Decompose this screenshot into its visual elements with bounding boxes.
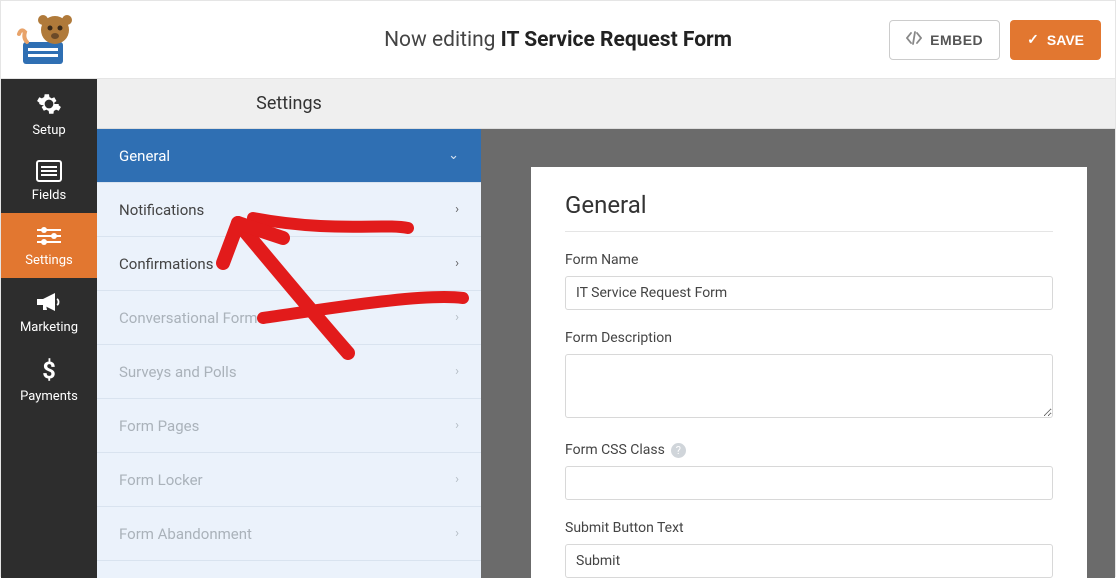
settings-menu-item-form-pages[interactable]: Form Pages › — [97, 399, 481, 453]
settings-menu-item-confirmations[interactable]: Confirmations › — [97, 237, 481, 291]
general-settings-panel: General Form Name Form Description Form … — [531, 167, 1087, 578]
check-icon — [1027, 31, 1039, 48]
sidebar-item-marketing[interactable]: Marketing — [1, 278, 97, 345]
svg-text:$: $ — [42, 357, 56, 383]
settings-menu-item-surveys-and-polls[interactable]: Surveys and Polls › — [97, 345, 481, 399]
dollar-icon: $ — [39, 357, 59, 383]
sliders-icon — [35, 225, 63, 247]
sidebar-item-label: Fields — [32, 188, 66, 203]
settings-menu-item-form-abandonment[interactable]: Form Abandonment › — [97, 507, 481, 561]
form-css-class-label: Form CSS Class — [565, 442, 665, 458]
bullhorn-icon — [35, 290, 63, 314]
preview-column: General Form Name Form Description Form … — [481, 79, 1115, 578]
save-label: SAVE — [1047, 32, 1084, 48]
preview-header-strip — [481, 79, 1115, 129]
settings-menu-item-label: Form Abandonment — [119, 525, 252, 543]
chevron-right-icon: › — [455, 202, 459, 217]
sidebar-item-label: Settings — [25, 253, 72, 268]
submit-button-text-field: Submit Button Text — [565, 520, 1053, 578]
left-sidebar: Setup Fields Settings Marketing $ Paymen… — [1, 79, 97, 578]
settings-menu-item-label: Conversational Forms — [119, 309, 265, 327]
form-description-label: Form Description — [565, 330, 1053, 346]
save-button[interactable]: SAVE — [1010, 20, 1101, 60]
gear-icon — [36, 91, 62, 117]
main-area: Setup Fields Settings Marketing $ Paymen… — [1, 79, 1115, 578]
embed-label: EMBED — [930, 32, 983, 48]
list-icon — [36, 160, 62, 182]
sidebar-item-setup[interactable]: Setup — [1, 79, 97, 148]
embed-button[interactable]: EMBED — [889, 20, 1000, 60]
top-bar: Now editing IT Service Request Form EMBE… — [1, 1, 1115, 79]
chevron-down-icon: ⌄ — [448, 148, 459, 163]
sidebar-item-label: Marketing — [20, 320, 78, 335]
settings-menu-item-form-locker[interactable]: Form Locker › — [97, 453, 481, 507]
settings-menu-item-label: Notifications — [119, 201, 204, 219]
form-name-field: Form Name — [565, 252, 1053, 310]
sidebar-item-payments[interactable]: $ Payments — [1, 345, 97, 414]
form-description-input[interactable] — [565, 354, 1053, 418]
settings-menu-item-conversational-forms[interactable]: Conversational Forms › — [97, 291, 481, 345]
submit-button-text-input[interactable] — [565, 544, 1053, 578]
code-icon — [906, 31, 922, 48]
settings-menu-item-label: Confirmations — [119, 255, 213, 273]
help-icon[interactable]: ? — [671, 443, 686, 458]
wpforms-logo-icon — [15, 14, 77, 66]
panel-heading: General — [565, 191, 1053, 232]
settings-menu-item-general[interactable]: General ⌄ — [97, 129, 481, 183]
form-css-class-input[interactable] — [565, 466, 1053, 500]
sidebar-item-fields[interactable]: Fields — [1, 148, 97, 213]
title-form-name: IT Service Request Form — [501, 28, 732, 52]
settings-menu-item-label: Form Pages — [119, 417, 199, 435]
title-prefix: Now editing — [384, 28, 501, 52]
form-css-class-field: Form CSS Class ? — [565, 442, 1053, 500]
settings-menu-column: Settings General⌄Notifications›Confirmat… — [97, 79, 481, 578]
submit-button-text-label: Submit Button Text — [565, 520, 1053, 536]
form-name-input[interactable] — [565, 276, 1053, 310]
chevron-right-icon: › — [455, 256, 459, 271]
form-name-label: Form Name — [565, 252, 1053, 268]
chevron-right-icon: › — [455, 418, 459, 433]
settings-column-header: Settings — [97, 79, 481, 129]
brand-logo — [11, 10, 81, 70]
form-description-field: Form Description — [565, 330, 1053, 422]
settings-menu-item-label: General — [119, 147, 170, 165]
chevron-right-icon: › — [455, 364, 459, 379]
chevron-right-icon: › — [455, 526, 459, 541]
topbar-actions: EMBED SAVE — [889, 20, 1101, 60]
settings-menu-item-notifications[interactable]: Notifications › — [97, 183, 481, 237]
sidebar-item-settings[interactable]: Settings — [1, 213, 97, 278]
settings-menu-item-label: Surveys and Polls — [119, 363, 237, 381]
chevron-right-icon: › — [455, 310, 459, 325]
settings-menu-item-label: Form Locker — [119, 471, 203, 489]
sidebar-item-label: Payments — [20, 389, 78, 404]
sidebar-item-label: Setup — [32, 123, 65, 138]
chevron-right-icon: › — [455, 472, 459, 487]
